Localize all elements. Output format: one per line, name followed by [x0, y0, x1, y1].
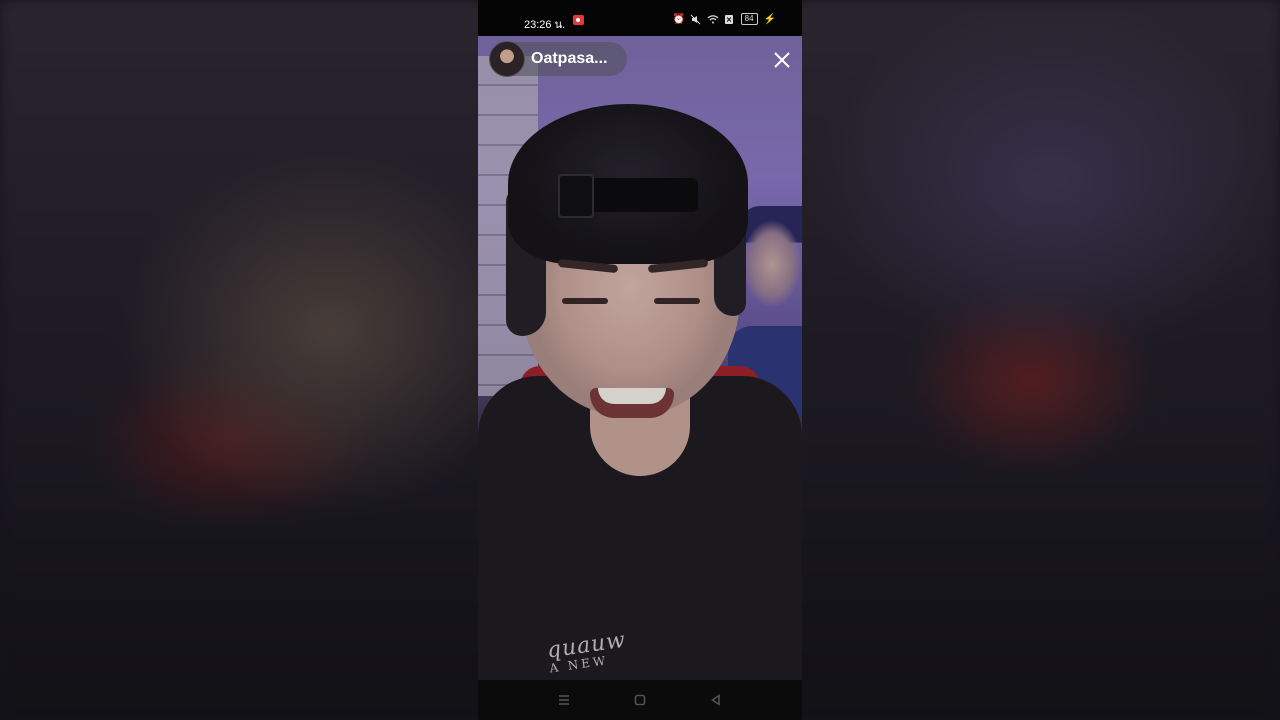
story-user-chip[interactable]: Oatpasa...: [489, 41, 628, 77]
story-username[interactable]: Oatpasa...: [531, 50, 607, 68]
sim-off-icon: [724, 14, 735, 25]
home-icon[interactable]: [632, 692, 648, 708]
battery-icon: 84: [740, 13, 758, 25]
status-icons: ⏰ 84 ⚡: [673, 13, 776, 25]
mute-icon: [690, 14, 701, 25]
navigation-bar: [478, 680, 802, 720]
charging-icon: ⚡: [763, 13, 776, 25]
wifi-icon: [707, 14, 719, 25]
status-bar: 23:26 น. ⏰ 84 ⚡: [478, 0, 802, 36]
story-video[interactable]: quauw A NEW: [478, 36, 802, 680]
close-icon[interactable]: [772, 50, 792, 70]
status-time: 23:26 น.: [524, 19, 566, 31]
menu-icon[interactable]: [556, 692, 572, 708]
back-icon[interactable]: [708, 692, 724, 708]
screen-record-icon: [573, 15, 584, 25]
video-dim-overlay: [478, 36, 802, 680]
avatar[interactable]: [489, 41, 525, 77]
phone-screen: 23:26 น. ⏰ 84 ⚡ quauw A NEW Oatpasa...: [478, 0, 802, 720]
alarm-icon: ⏰: [672, 13, 686, 25]
